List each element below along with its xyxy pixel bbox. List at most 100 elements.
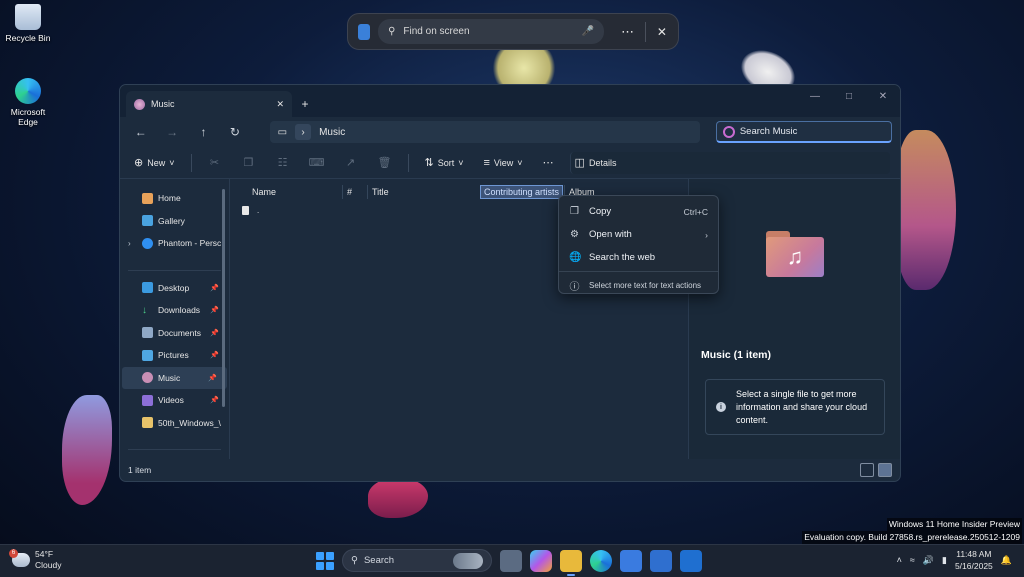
sidebar-item-pictures[interactable]: Pictures 📌: [120, 344, 229, 367]
find-on-screen-input[interactable]: ⚲ Find on screen 🎤: [378, 19, 605, 44]
back-button[interactable]: ←: [128, 120, 153, 144]
address-bar[interactable]: ▭ › Music: [269, 121, 700, 143]
tab-music[interactable]: Music ✕: [126, 91, 292, 117]
monitor-icon: ▭: [277, 126, 288, 138]
minimize-icon[interactable]: —: [798, 85, 832, 107]
wifi-icon[interactable]: ≈: [910, 555, 915, 565]
open-with-icon: ⚙: [570, 229, 579, 240]
desktop-icon-label: Microsoft Edge: [10, 107, 46, 127]
window-controls: — □ ✕: [798, 85, 900, 107]
sidebar-item-label: Home: [158, 193, 181, 204]
menu-item-search-web[interactable]: 🌐 Search the web: [559, 246, 718, 269]
divider: [190, 153, 192, 172]
maximize-icon[interactable]: □: [832, 85, 866, 107]
close-icon[interactable]: ✕: [656, 25, 668, 39]
close-tab-icon[interactable]: ✕: [276, 99, 284, 110]
chevron-up-icon[interactable]: ˄: [897, 555, 902, 565]
details-button[interactable]: ◫ Details: [569, 151, 890, 174]
menu-item-shortcut: Ctrl+C: [683, 206, 708, 217]
sidebar-item-onedrive[interactable]: › Phantom - Persc: [120, 232, 229, 255]
chevron-down-icon: ˅: [169, 157, 175, 168]
weather-widget[interactable]: 6 54°F Cloudy: [9, 549, 61, 571]
desktop-icon-edge[interactable]: Microsoft Edge: [0, 78, 56, 127]
share-button[interactable]: ↗: [340, 152, 362, 174]
file-icon: [242, 206, 249, 215]
more-icon: ⋯: [542, 157, 554, 169]
copy-button[interactable]: ❐: [238, 152, 260, 174]
column-header-title[interactable]: Title: [367, 185, 389, 199]
column-header-number[interactable]: #: [342, 185, 352, 199]
file-explorer-icon[interactable]: [560, 549, 582, 576]
sidebar-item-gallery[interactable]: Gallery: [120, 210, 229, 233]
explorer-body: Home Gallery › Phantom - Persc Desktop 📌…: [120, 179, 900, 459]
rename-button[interactable]: ⌨: [306, 152, 328, 174]
refresh-button[interactable]: ↻: [222, 120, 247, 144]
task-view-icon[interactable]: [500, 549, 522, 572]
watermark-line: Windows 11 Home Insider Preview: [886, 518, 1022, 531]
start-button[interactable]: [316, 551, 334, 570]
new-tab-button[interactable]: +: [292, 91, 318, 117]
forward-button[interactable]: →: [159, 120, 184, 144]
sort-icon: ⇅: [424, 157, 434, 169]
paste-button[interactable]: ☷: [272, 152, 294, 174]
battery-icon[interactable]: ▮: [942, 555, 947, 566]
copilot-icon[interactable]: [530, 549, 552, 572]
cut-button[interactable]: ✂: [204, 152, 226, 174]
column-header-contributing-artists[interactable]: Contributing artists: [480, 185, 564, 199]
sidebar-item-label: Pictures: [158, 350, 189, 361]
notifications-icon[interactable]: 🔔: [1001, 555, 1012, 566]
sort-button[interactable]: ⇅ Sort ˅: [421, 152, 468, 174]
store-icon[interactable]: [620, 549, 642, 572]
search-icon: ⚲: [388, 26, 396, 37]
delete-button[interactable]: 🗑: [374, 152, 396, 174]
snipping-tool-icon[interactable]: [650, 549, 672, 572]
sidebar-item-50th-windows[interactable]: 50th_Windows_\: [120, 412, 229, 435]
details-message: Select a single file to get more informa…: [736, 388, 868, 425]
sidebar-item-music[interactable]: Music 📌: [122, 366, 227, 389]
edge-icon[interactable]: [590, 549, 612, 572]
see-more-button[interactable]: ⋯: [539, 152, 558, 174]
close-window-icon[interactable]: ✕: [866, 85, 900, 107]
tiles-view-icon[interactable]: [878, 463, 892, 477]
sidebar-item-documents[interactable]: Documents 📌: [120, 322, 229, 345]
sidebar-item-downloads[interactable]: ↓ Downloads 📌: [120, 299, 229, 322]
scissors-icon: ✂: [209, 157, 220, 169]
sidebar-item-desktop[interactable]: Desktop 📌: [120, 277, 229, 300]
microphone-icon[interactable]: 🎤: [582, 26, 594, 37]
list-item[interactable]: .: [242, 206, 259, 215]
search-input[interactable]: Search Music: [715, 121, 893, 143]
sidebar-item-label: Phantom - Persc: [158, 238, 222, 249]
new-label: New: [147, 157, 166, 168]
divider: [645, 21, 646, 42]
view-label: View: [493, 157, 514, 168]
menu-item-copy[interactable]: ❐ Copy Ctrl+C: [559, 200, 718, 223]
menu-item-open-with[interactable]: ⚙ Open with ›: [559, 223, 718, 246]
new-button[interactable]: ⊕ New ˅: [130, 152, 179, 174]
breadcrumb-location[interactable]: Music: [319, 127, 345, 138]
chevron-down-icon: ˅: [517, 157, 523, 168]
details-view-icon[interactable]: [860, 463, 874, 477]
share-icon: ↗: [345, 157, 356, 169]
volume-icon[interactable]: 🔊: [923, 555, 934, 566]
sidebar-item-home[interactable]: Home: [120, 187, 229, 210]
pictures-icon: [142, 349, 153, 361]
edge-icon: [15, 78, 41, 104]
outlook-icon[interactable]: [680, 549, 702, 572]
pin-icon: 📌: [210, 284, 219, 292]
file-name: .: [257, 206, 260, 215]
sidebar-item-videos[interactable]: Videos 📌: [120, 389, 229, 412]
tab-title: Music: [151, 99, 175, 109]
notification-badge: 6: [9, 549, 18, 558]
desktop-icon-recycle-bin[interactable]: Recycle Bin: [0, 4, 56, 43]
view-button[interactable]: ≡ View ˅: [480, 152, 527, 174]
chevron-right-icon[interactable]: ›: [128, 239, 131, 248]
nav-scrollbar[interactable]: [222, 189, 225, 407]
more-icon[interactable]: ⋯: [620, 24, 635, 40]
chevron-right-icon[interactable]: ›: [295, 124, 312, 140]
column-header-name[interactable]: Name: [248, 185, 276, 199]
search-highlight-image: [453, 552, 483, 569]
clock[interactable]: 11:48 AM 5/16/2025: [955, 548, 993, 572]
up-button[interactable]: ↑: [191, 120, 216, 144]
app-icon[interactable]: [358, 23, 371, 40]
taskbar-search[interactable]: ⚲ Search: [342, 549, 492, 572]
